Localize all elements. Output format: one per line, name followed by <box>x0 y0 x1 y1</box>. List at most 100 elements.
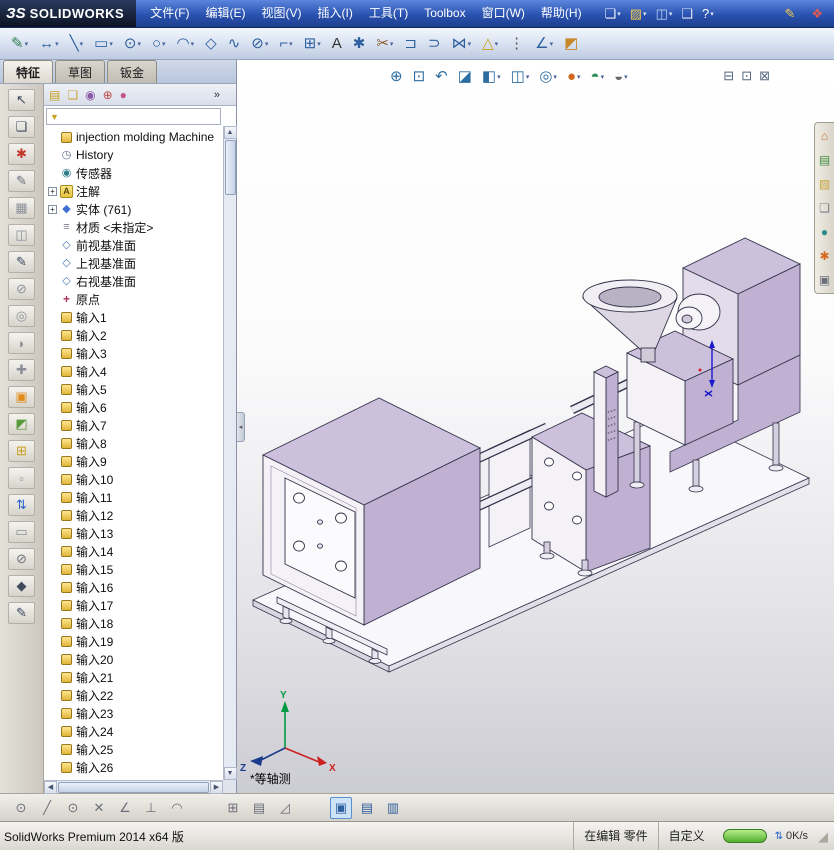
search-pencil-icon[interactable]: ✎ <box>781 4 798 24</box>
edit-icon[interactable]: ✎ <box>8 602 35 624</box>
comment-icon[interactable]: ✎ <box>8 170 35 192</box>
filter-funnel-icon[interactable]: ▼ <box>47 112 62 122</box>
menu-item[interactable]: 窗口(W) <box>474 0 533 27</box>
tree-item[interactable]: 输入19 <box>46 632 223 650</box>
tree-item[interactable]: 输入14 <box>46 542 223 560</box>
tree-item[interactable]: 输入13 <box>46 524 223 542</box>
triangle-snap-icon[interactable]: ◿ <box>274 797 296 819</box>
straight-slot-icon[interactable]: ⊙ ▾ <box>119 32 146 55</box>
snap-points-icon[interactable]: ⊙ <box>10 797 32 819</box>
hide-show-items-icon[interactable]: ◎ ▾ <box>536 67 560 86</box>
snap-lines-icon[interactable]: ╱ <box>36 797 58 819</box>
spline-icon[interactable]: ∿ <box>223 32 246 55</box>
more-tabs-chevron-icon[interactable]: » <box>214 89 220 101</box>
restore-window-icon[interactable]: ⊡ <box>741 69 752 82</box>
tree-item[interactable]: + 注解 <box>46 182 223 200</box>
menu-item[interactable]: 插入(I) <box>310 0 361 27</box>
snap-perpendicular-icon[interactable]: ⊥ <box>140 797 162 819</box>
tree-item[interactable]: 输入18 <box>46 614 223 632</box>
shaded-view-icon[interactable]: ▣ <box>330 797 352 819</box>
tree-item[interactable]: 材质 <未指定> <box>46 218 223 236</box>
tree-item[interactable]: 上视基准面 <box>46 254 223 272</box>
tree-filter-input[interactable]: ▼ <box>46 108 221 125</box>
open-icon[interactable]: ▨ ▾ <box>627 4 650 24</box>
previous-view-icon[interactable]: ↶ <box>432 67 451 86</box>
polygon-icon[interactable]: ◇ <box>200 32 222 55</box>
linear-pattern-icon[interactable]: ⊞ ▾ <box>299 32 326 55</box>
snap-angle-icon[interactable]: ∠ <box>114 797 136 819</box>
resources-home-icon[interactable]: ⌂ <box>818 128 831 144</box>
control-cabinet[interactable] <box>594 366 618 497</box>
tree-item[interactable]: 传感器 <box>46 164 223 182</box>
customize-label[interactable]: 自定义 <box>658 822 715 850</box>
library-icon[interactable]: ◩ <box>8 413 35 435</box>
save-icon[interactable]: ◫ ▾ <box>653 4 676 24</box>
menu-item[interactable]: 工具(T) <box>361 0 416 27</box>
tree-item[interactable]: 输入5 <box>46 380 223 398</box>
expand-toggle[interactable]: + <box>48 205 57 214</box>
tree-horizontal-scrollbar[interactable]: ◀ ▶ <box>44 780 223 793</box>
quick-snaps-icon[interactable]: ∠ ▾ <box>530 32 558 55</box>
flat-icon[interactable]: ▭ <box>8 521 35 543</box>
snap-center-icon[interactable]: ⊙ <box>62 797 84 819</box>
tree-item[interactable]: 输入15 <box>46 560 223 578</box>
display-relations-icon[interactable]: △ ▾ <box>477 32 503 55</box>
featuremanager-tab-icon[interactable]: ▤ <box>49 89 60 101</box>
tree-item[interactable]: 输入4 <box>46 362 223 380</box>
tab-sheet-metal[interactable]: 钣金 <box>107 60 157 83</box>
tree-item[interactable]: 原点 <box>46 290 223 308</box>
panel-splitter-handle[interactable]: ◂ <box>237 412 245 442</box>
tree-item[interactable]: History <box>46 146 223 164</box>
no-entry-icon[interactable]: ⊘ <box>8 278 35 300</box>
expand-toggle[interactable]: + <box>48 187 57 196</box>
ellipse-icon[interactable]: ⊘ ▾ <box>246 32 273 55</box>
design-library-icon[interactable]: ▤ <box>816 152 833 168</box>
tree-item[interactable]: 输入22 <box>46 686 223 704</box>
displaymanager-tab-icon[interactable]: ● <box>120 89 127 101</box>
pencil-icon[interactable]: ✎ <box>8 251 35 273</box>
sketch-icon[interactable]: ✎ ▾ <box>6 32 33 55</box>
view-settings-icon[interactable]: ◒ ▾ <box>611 67 631 86</box>
tree-item[interactable]: 输入10 <box>46 470 223 488</box>
scroll-left-icon[interactable]: ◀ <box>44 781 57 794</box>
tree-item[interactable]: 输入26 <box>46 758 223 776</box>
custom-properties-icon[interactable]: ▣ <box>816 272 833 288</box>
menu-item[interactable]: Toolbox <box>416 0 473 27</box>
sketch-fillet-icon[interactable]: ⌐ ▾ <box>274 32 297 55</box>
apps-icon[interactable]: ❖ <box>808 4 826 24</box>
print-icon[interactable]: ❑ <box>678 4 696 24</box>
circle-icon[interactable]: ○ ▾ <box>147 32 171 55</box>
view-palette-icon[interactable]: ❏ <box>816 200 833 216</box>
line-icon[interactable]: ╲ ▾ <box>65 32 89 55</box>
sketch-panel-icon[interactable]: ❏ <box>8 116 35 138</box>
zoom-fit-icon[interactable]: ⊕ <box>387 67 406 86</box>
tree-item[interactable]: 右视基准面 <box>46 272 223 290</box>
scrollbar-thumb[interactable] <box>58 782 209 793</box>
tree-item[interactable]: 输入21 <box>46 668 223 686</box>
machine-model[interactable]: Y X Z <box>237 60 834 793</box>
graphics-area[interactable]: Y X Z ⊕ ⊡ ↶ <box>237 60 834 793</box>
snap-tangent-icon[interactable]: ◠ <box>166 797 188 819</box>
point-icon[interactable]: ✱ <box>348 32 371 55</box>
zoom-area-icon[interactable]: ⊡ <box>410 67 429 86</box>
mirror-entities-icon[interactable]: ⋈ ▾ <box>447 32 477 55</box>
folder-icon[interactable]: ▣ <box>8 386 35 408</box>
small-box-icon[interactable]: ▫ <box>8 467 35 489</box>
mark-icon[interactable]: ✱ <box>8 143 35 165</box>
convert-entities-icon[interactable]: ⊐ <box>399 32 422 55</box>
propertymanager-tab-icon[interactable]: ❏ <box>67 89 78 101</box>
select-icon[interactable]: ↖ <box>8 89 35 111</box>
grid-snap-icon[interactable]: ⊞ <box>222 797 244 819</box>
tree-vertical-scrollbar[interactable]: ▲ ▼ <box>223 126 236 780</box>
smart-dimension-icon[interactable]: ↔ ▾ <box>34 32 64 55</box>
menu-item[interactable]: 视图(V) <box>254 0 310 27</box>
trim-entities-icon[interactable]: ✂ ▾ <box>371 32 398 55</box>
menu-item[interactable]: 编辑(E) <box>198 0 254 27</box>
tree-item[interactable]: 输入23 <box>46 704 223 722</box>
tree-item[interactable]: 输入25 <box>46 740 223 758</box>
tree-item[interactable]: 输入11 <box>46 488 223 506</box>
scroll-down-icon[interactable]: ▼ <box>224 767 237 780</box>
tree-item[interactable]: 输入8 <box>46 434 223 452</box>
tree-item[interactable]: 输入2 <box>46 326 223 344</box>
scroll-up-icon[interactable]: ▲ <box>224 126 237 139</box>
